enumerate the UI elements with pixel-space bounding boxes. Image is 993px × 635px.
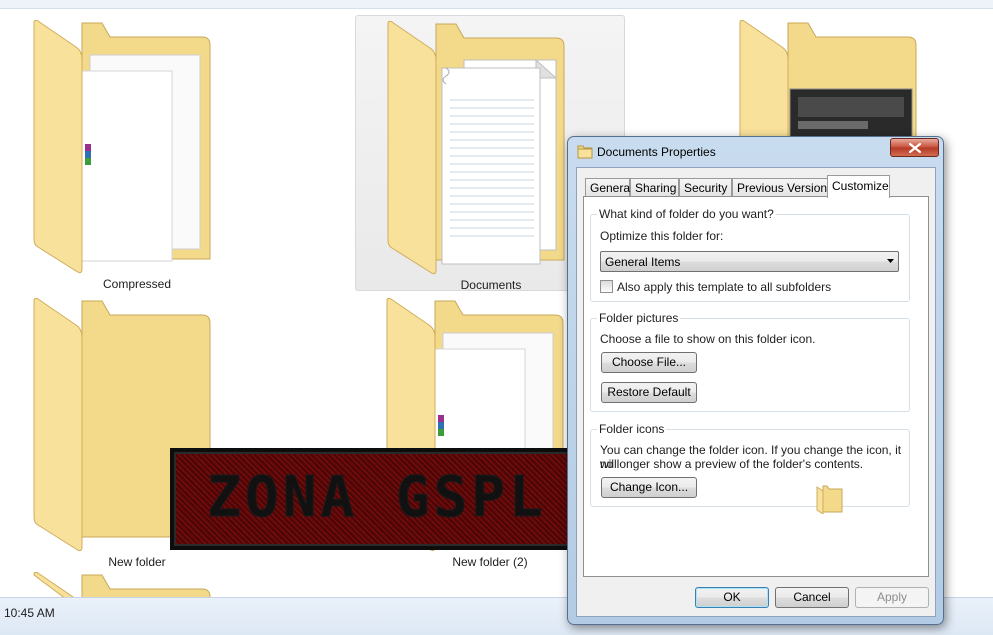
folder-label: Compressed <box>102 277 172 291</box>
folder-icon <box>577 145 593 159</box>
dialog-title: Documents Properties <box>597 145 716 159</box>
group-title: Folder icons <box>597 422 667 436</box>
dialog-body: General Sharing Security Previous Versio… <box>576 167 936 617</box>
cancel-button[interactable]: Cancel <box>775 587 849 608</box>
watermark-logo: ZONA GSPL <box>174 452 580 546</box>
folder-item[interactable] <box>2 571 272 597</box>
watermark-banner: ZONA GSPL <box>170 448 584 550</box>
folder-type-select[interactable]: General Items <box>600 251 899 272</box>
tab-customize[interactable]: Customize <box>827 175 890 198</box>
tab-general[interactable]: General <box>585 178 633 197</box>
folder-icons-group: Folder icons You can change the folder i… <box>590 422 910 514</box>
ok-button[interactable]: OK <box>695 587 769 608</box>
folder-icon <box>33 19 211 274</box>
status-text: 10:45 AM <box>4 606 55 620</box>
folder-icon <box>33 571 211 597</box>
close-button[interactable] <box>890 138 939 157</box>
dialog-titlebar[interactable]: Documents Properties <box>568 137 943 167</box>
customize-panel: What kind of folder do you want? Optimiz… <box>583 196 929 577</box>
tab-previous-versions[interactable]: Previous Versions <box>732 178 833 197</box>
change-icon-button[interactable]: Change Icon... <box>601 477 697 498</box>
choose-file-button[interactable]: Choose File... <box>601 352 697 373</box>
optimize-label: Optimize this folder for: <box>600 229 724 243</box>
folder-type-group: What kind of folder do you want? Optimiz… <box>590 207 910 302</box>
folder-item-compressed[interactable]: Compressed <box>2 15 272 291</box>
restore-default-button[interactable]: Restore Default <box>601 382 697 403</box>
tab-sharing[interactable]: Sharing <box>630 178 679 197</box>
apply-button[interactable]: Apply <box>855 587 929 608</box>
tab-security[interactable]: Security <box>679 178 732 197</box>
folder-icon <box>387 20 565 275</box>
folder-icons-description-2: no longer show a preview of the folder's… <box>600 457 864 471</box>
group-title: Folder pictures <box>597 311 681 325</box>
close-icon <box>909 143 921 153</box>
folder-label: New folder <box>108 555 166 569</box>
explorer-top-bar <box>0 0 993 9</box>
apply-subfolders-checkbox[interactable] <box>600 280 613 293</box>
properties-dialog: Documents Properties General Sharing Sec… <box>567 136 944 625</box>
apply-subfolders-label[interactable]: Also apply this template to all subfolde… <box>617 280 831 294</box>
folder-pictures-group: Folder pictures Choose a file to show on… <box>590 311 910 412</box>
folder-pictures-description: Choose a file to show on this folder ico… <box>600 332 816 346</box>
chevron-down-icon <box>887 259 894 263</box>
group-title: What kind of folder do you want? <box>597 207 776 221</box>
folder-preview-icon <box>816 485 843 514</box>
select-value: General Items <box>605 255 681 269</box>
watermark-text: ZONA GSPL <box>207 465 546 530</box>
